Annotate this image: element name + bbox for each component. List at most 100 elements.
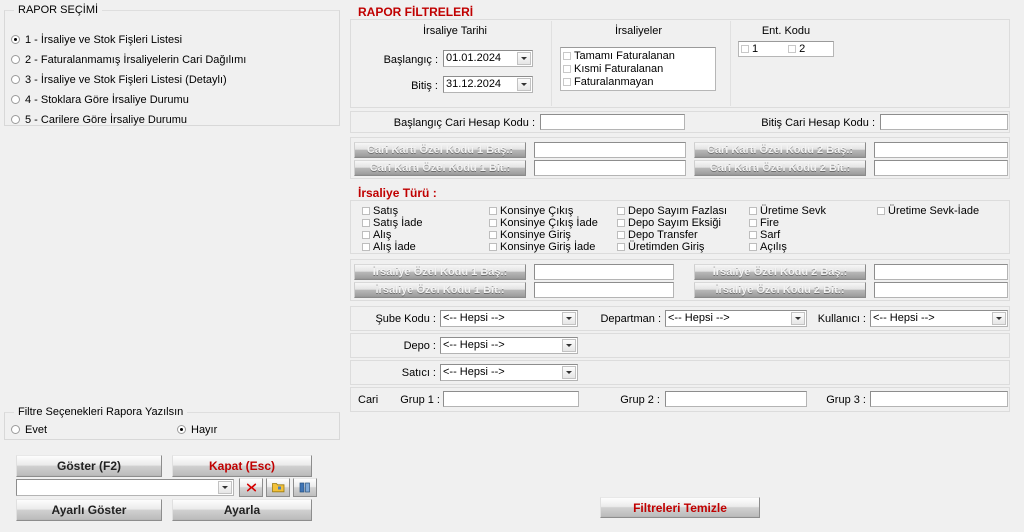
irsaliye-special-1-end-label: İrsaliye Özel Kodu 1 Bit.: bbox=[375, 284, 505, 296]
irsaliye-special-2-end-input[interactable] bbox=[874, 282, 1008, 298]
dispatch-type-depo-sayim-eksigi-label: Depo Sayım Eksiği bbox=[628, 217, 721, 229]
close-button[interactable]: Kapat (Esc) bbox=[172, 455, 312, 477]
cari-special-1-start-label: Cari Kartı Özel Kodu 1 Baş.: bbox=[366, 144, 514, 156]
chevron-down-icon[interactable] bbox=[992, 312, 1006, 325]
checkbox-icon[interactable] bbox=[362, 231, 370, 239]
report-view-button[interactable] bbox=[293, 478, 317, 497]
checkbox-icon[interactable] bbox=[741, 45, 749, 53]
sube-select[interactable]: <-- Hepsi --> bbox=[440, 310, 578, 327]
date-end-input[interactable]: 31.12.2024 bbox=[443, 76, 533, 93]
checkbox-icon[interactable] bbox=[749, 243, 757, 251]
dispatch-type-konsinye-giris-iade[interactable]: Konsinye Giriş İade bbox=[489, 241, 595, 254]
checkbox-icon[interactable] bbox=[362, 207, 370, 215]
account-end-input[interactable] bbox=[880, 114, 1008, 130]
irsaliye-special-1-start-input[interactable] bbox=[534, 264, 674, 280]
adjust-button-label: Ayarla bbox=[223, 503, 261, 517]
irsaliye-special-1-start-button[interactable]: İrsaliye Özel Kodu 1 Baş.: bbox=[354, 264, 526, 280]
cari-group-3-input[interactable] bbox=[870, 391, 1008, 407]
dispatch-item-2[interactable]: Faturalanmayan bbox=[563, 76, 715, 89]
irsaliye-special-2-start-input[interactable] bbox=[874, 264, 1008, 280]
irsaliye-special-2-end-button[interactable]: İrsaliye Özel Kodu 2 Bit.: bbox=[694, 282, 866, 298]
chevron-down-icon[interactable] bbox=[517, 52, 531, 65]
irsaliye-special-2-start-button[interactable]: İrsaliye Özel Kodu 2 Baş.: bbox=[694, 264, 866, 280]
dispatch-item-1[interactable]: Kısmi Faturalanan bbox=[563, 63, 715, 76]
checkbox-icon[interactable] bbox=[563, 65, 571, 73]
kullanici-label: Kullanıcı : bbox=[817, 313, 866, 325]
clear-filters-button[interactable]: Filtreleri Temizle bbox=[600, 497, 760, 518]
cari-special-1-start-button[interactable]: Cari Kartı Özel Kodu 1 Baş.: bbox=[354, 142, 526, 158]
filter-options-yes[interactable]: Evet bbox=[11, 423, 47, 437]
chevron-down-icon[interactable] bbox=[562, 366, 576, 379]
show-adjusted-button[interactable]: Ayarlı Göster bbox=[16, 499, 162, 521]
checkbox-icon[interactable] bbox=[877, 207, 885, 215]
checkbox-icon[interactable] bbox=[617, 243, 625, 251]
chevron-down-icon[interactable] bbox=[218, 481, 232, 494]
radio-dot-icon bbox=[11, 95, 20, 104]
cari-group-1-input[interactable] bbox=[443, 391, 579, 407]
cari-group-2-input[interactable] bbox=[665, 391, 807, 407]
report-option-2[interactable]: 2 - Faturalanmamış İrsaliyelerin Cari Da… bbox=[11, 53, 246, 67]
cari-special-1-start-input[interactable] bbox=[534, 142, 686, 158]
account-start-label: Başlangıç Cari Hesap Kodu : bbox=[393, 117, 535, 129]
show-adjusted-button-label: Ayarlı Göster bbox=[51, 503, 127, 517]
dispatch-type-depo-sayim-fazlasi-label: Depo Sayım Fazlası bbox=[628, 205, 728, 217]
chevron-down-icon[interactable] bbox=[562, 312, 576, 325]
dispatch-type-alis-iade[interactable]: Alış İade bbox=[362, 241, 416, 254]
report-option-3[interactable]: 3 - İrsaliye ve Stok Fişleri Listesi (De… bbox=[11, 73, 227, 87]
dispatch-type-uretimden-giris[interactable]: Üretimden Giriş bbox=[617, 241, 704, 254]
checkbox-icon[interactable] bbox=[489, 243, 497, 251]
checkbox-icon[interactable] bbox=[617, 231, 625, 239]
report-option-5[interactable]: 5 - Carilere Göre İrsaliye Durumu bbox=[11, 113, 187, 127]
ent-item-1[interactable]: 2 bbox=[788, 43, 828, 56]
dispatch-type-satis-iade-label: Satış İade bbox=[373, 217, 423, 229]
chevron-down-icon[interactable] bbox=[517, 78, 531, 91]
cari-special-1-end-button[interactable]: Cari Kartı Özel Kodu 1 Bit.: bbox=[354, 160, 526, 176]
checkbox-icon[interactable] bbox=[563, 52, 571, 60]
checkbox-icon[interactable] bbox=[489, 207, 497, 215]
filter-options-no[interactable]: Hayır bbox=[177, 423, 217, 437]
cari-special-2-end-input[interactable] bbox=[874, 160, 1008, 176]
date-start-input[interactable]: 01.01.2024 bbox=[443, 50, 533, 67]
dispatch-listbox[interactable]: Tamamı Faturalanan Kısmi Faturalanan Fat… bbox=[560, 47, 716, 91]
irsaliye-special-1-end-button[interactable]: İrsaliye Özel Kodu 1 Bit.: bbox=[354, 282, 526, 298]
irsaliye-special-1-end-input[interactable] bbox=[534, 282, 674, 298]
checkbox-icon[interactable] bbox=[362, 243, 370, 251]
divider bbox=[551, 21, 552, 106]
depo-select[interactable]: <-- Hepsi --> bbox=[440, 337, 578, 354]
ent-listbox[interactable]: 1 2 bbox=[738, 41, 834, 57]
departman-select[interactable]: <-- Hepsi --> bbox=[665, 310, 807, 327]
report-option-4[interactable]: 4 - Stoklara Göre İrsaliye Durumu bbox=[11, 93, 189, 107]
kullanici-select[interactable]: <-- Hepsi --> bbox=[870, 310, 1008, 327]
dispatch-type-uretime-sevk-iade[interactable]: Üretime Sevk-İade bbox=[877, 205, 979, 218]
adjust-button[interactable]: Ayarla bbox=[172, 499, 312, 521]
checkbox-icon[interactable] bbox=[489, 219, 497, 227]
cari-special-2-end-button[interactable]: Cari Kartı Özel Kodu 2 Bit.: bbox=[694, 160, 866, 176]
ent-item-0[interactable]: 1 bbox=[741, 43, 785, 56]
depo-select-value: <-- Hepsi --> bbox=[443, 339, 505, 351]
checkbox-icon[interactable] bbox=[563, 78, 571, 86]
report-option-1[interactable]: 1 - İrsaliye ve Stok Fişleri Listesi bbox=[11, 33, 182, 47]
checkbox-icon[interactable] bbox=[749, 219, 757, 227]
checkbox-icon[interactable] bbox=[362, 219, 370, 227]
delete-preset-button[interactable] bbox=[239, 478, 263, 497]
cari-special-2-start-input[interactable] bbox=[874, 142, 1008, 158]
cari-special-1-end-input[interactable] bbox=[534, 160, 686, 176]
dispatch-item-0[interactable]: Tamamı Faturalanan bbox=[563, 50, 715, 63]
dispatch-type-acilis[interactable]: Açılış bbox=[749, 241, 787, 254]
satici-select[interactable]: <-- Hepsi --> bbox=[440, 364, 578, 381]
chevron-down-icon[interactable] bbox=[562, 339, 576, 352]
show-button[interactable]: Göster (F2) bbox=[16, 455, 162, 477]
preset-combo[interactable] bbox=[16, 479, 234, 496]
report-option-1-label: 1 - İrsaliye ve Stok Fişleri Listesi bbox=[25, 34, 183, 46]
checkbox-icon[interactable] bbox=[788, 45, 797, 53]
account-start-input[interactable] bbox=[540, 114, 685, 130]
checkbox-icon[interactable] bbox=[617, 219, 625, 227]
departman-select-value: <-- Hepsi --> bbox=[668, 312, 730, 324]
cari-special-2-start-button[interactable]: Cari Kartı Özel Kodu 2 Baş.: bbox=[694, 142, 866, 158]
checkbox-icon[interactable] bbox=[617, 207, 625, 215]
checkbox-icon[interactable] bbox=[489, 231, 497, 239]
open-preset-button[interactable] bbox=[266, 478, 290, 497]
checkbox-icon[interactable] bbox=[749, 207, 757, 215]
checkbox-icon[interactable] bbox=[749, 231, 757, 239]
radio-dot-icon bbox=[177, 425, 186, 434]
